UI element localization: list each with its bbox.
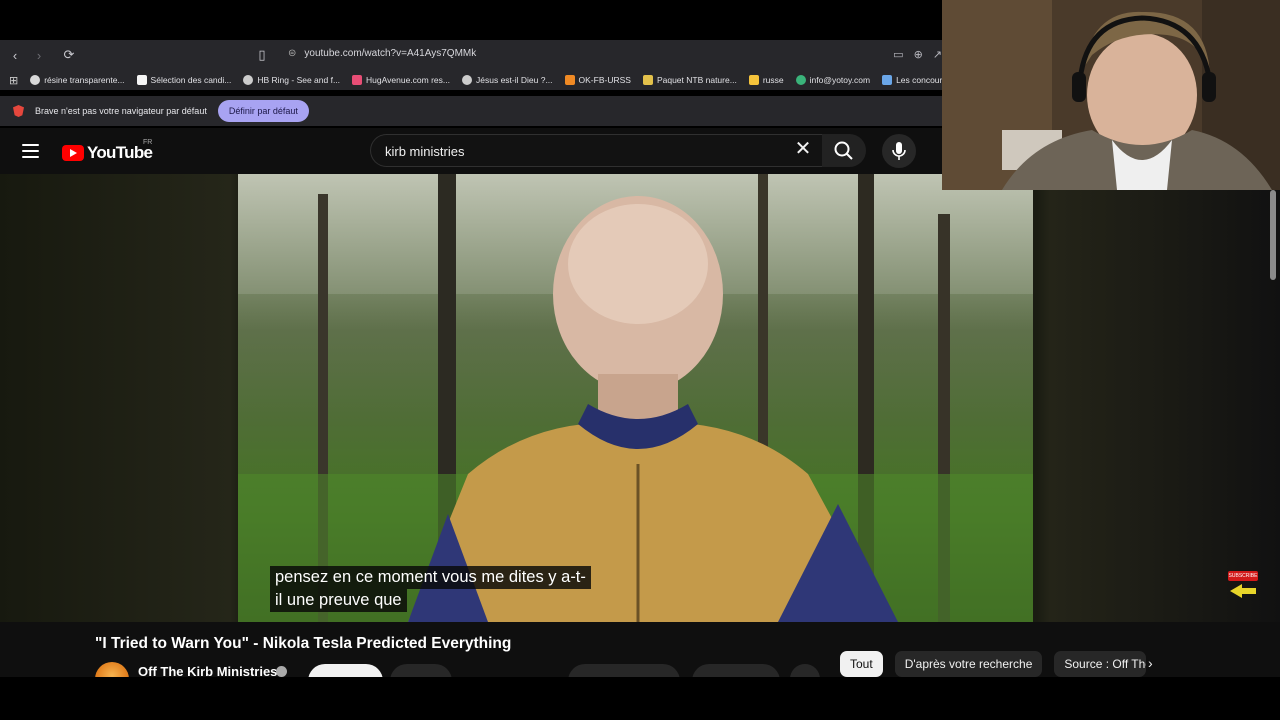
chip-source[interactable]: Source : Off The — [1054, 651, 1147, 677]
bookmarks-bar: ⊞ résine transparente... Sélection des c… — [0, 70, 942, 90]
bookmark-item[interactable]: info@yotoy.com — [795, 75, 870, 85]
back-icon[interactable]: ‹ — [6, 46, 24, 64]
reload-icon[interactable]: ⟳ — [60, 46, 78, 64]
arrow-left-icon — [1230, 584, 1256, 598]
forward-icon[interactable]: › — [30, 46, 48, 64]
search-icon — [834, 141, 853, 160]
address-bar-actions: ▭ ⊕ ↗ — [893, 48, 942, 61]
caption-line: il une preuve que — [270, 589, 407, 612]
caption-line: pensez en ce moment vous me dites y a-t- — [270, 566, 591, 589]
video-frame — [238, 174, 1033, 622]
bookmark-item[interactable]: Sélection des candi... — [136, 75, 231, 85]
set-default-button[interactable]: Définir par défaut — [217, 100, 309, 122]
bookmark-item[interactable]: résine transparente... — [30, 75, 125, 85]
mic-icon — [892, 142, 906, 160]
screen: ‹ › ⟳ ▯ ⊜ youtube.com/watch?v=A41Ays7QMM… — [0, 0, 1280, 720]
video-title: "I Tried to Warn You" - Nikola Tesla Pre… — [95, 635, 512, 652]
subscribe-tag: SUBSCRIBE — [1228, 571, 1258, 581]
webcam-frame — [942, 0, 1280, 190]
page-scrollbar[interactable] — [1270, 190, 1276, 280]
url-text: youtube.com/watch?v=A41Ays7QMMk — [304, 48, 477, 59]
search-button[interactable] — [822, 134, 866, 167]
chip-all[interactable]: Tout — [840, 651, 883, 677]
bookmark-item[interactable]: HugAvenue.com res... — [352, 75, 450, 85]
bookmark-item[interactable]: Les concours d'aute... — [882, 75, 942, 85]
search-input[interactable]: kirb ministries — [370, 134, 822, 167]
bookmark-item[interactable]: Paquet NTB nature... — [642, 75, 737, 85]
video-info: "I Tried to Warn You" - Nikola Tesla Pre… — [0, 622, 1280, 698]
youtube-play-icon — [62, 145, 84, 161]
bookmark-item[interactable]: Jésus est-il Dieu ?... — [462, 75, 553, 85]
default-browser-notice: Brave n'est pas votre navigateur par déf… — [0, 96, 942, 126]
logo-text: YouTube — [87, 143, 153, 162]
webcam-overlay — [942, 0, 1280, 190]
chip-from-search[interactable]: D'après votre recherche — [894, 651, 1043, 677]
site-info-icon[interactable]: ⊜ — [288, 48, 296, 59]
video-player[interactable] — [238, 174, 1033, 622]
share-icon[interactable]: ↗ — [933, 48, 942, 61]
menu-icon[interactable] — [22, 144, 39, 158]
related-filter-chips: Tout D'après votre recherche Source : Of… — [840, 651, 1147, 677]
voice-search-button[interactable] — [882, 134, 916, 168]
notice-text: Brave n'est pas votre navigateur par déf… — [35, 106, 207, 116]
subscribe-watermark[interactable]: SUBSCRIBE — [1228, 571, 1258, 601]
address-bar: ‹ › ⟳ ▯ ⊜ youtube.com/watch?v=A41Ays7QMM… — [0, 40, 942, 70]
youtube-header: YouTube FR kirb ministries ✕ — [0, 128, 942, 174]
chevron-right-icon[interactable]: › — [1148, 655, 1153, 671]
apps-icon[interactable]: ⊞ — [9, 74, 18, 87]
bookmark-item[interactable]: OK-FB-URSS — [564, 75, 631, 85]
bookmark-item[interactable]: russe — [748, 75, 784, 85]
brave-icon — [13, 105, 24, 117]
region-code: FR — [143, 139, 153, 146]
youtube-logo[interactable]: YouTube FR — [62, 139, 153, 163]
zoom-icon[interactable]: ⊕ — [914, 48, 923, 61]
verified-icon — [276, 666, 287, 677]
cast-icon[interactable]: ▭ — [893, 48, 903, 61]
clear-search-icon[interactable]: ✕ — [793, 139, 813, 159]
video-captions: pensez en ce moment vous me dites y a-t-… — [270, 566, 591, 612]
bookmark-icon[interactable]: ▯ — [253, 46, 271, 64]
bookmark-item[interactable]: HB Ring - See and f... — [243, 75, 340, 85]
url-field[interactable]: ⊜ youtube.com/watch?v=A41Ays7QMMk — [288, 48, 476, 59]
screen-bottom-bar — [0, 677, 1280, 720]
search-query: kirb ministries — [385, 144, 465, 159]
